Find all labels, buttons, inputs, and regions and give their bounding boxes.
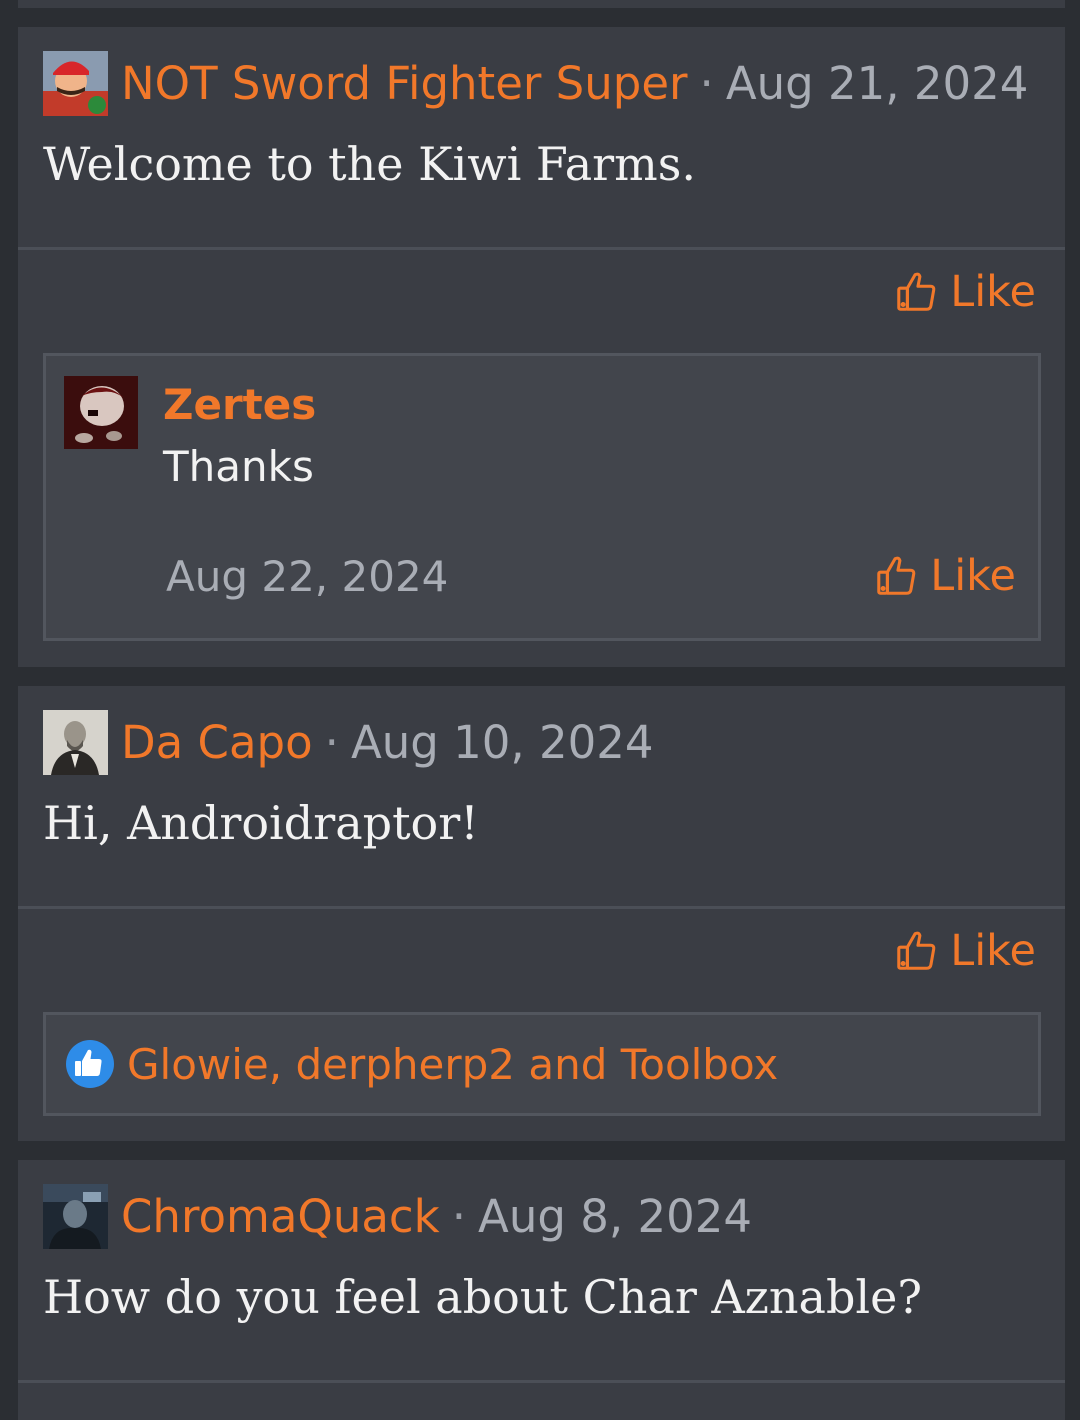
user-avatar[interactable] xyxy=(43,709,108,775)
like-button[interactable]: Like xyxy=(894,926,1036,976)
divider xyxy=(18,1380,1065,1383)
username-link[interactable]: NOT Sword Fighter Super xyxy=(121,57,688,110)
username-link[interactable]: Da Capo xyxy=(121,716,313,769)
post-date[interactable]: Aug 10, 2024 xyxy=(351,716,654,769)
thumbs-up-icon xyxy=(877,556,916,595)
thumbs-up-icon xyxy=(897,931,936,970)
reactions-users[interactable]: Glowie, derpherp2 and Toolbox xyxy=(127,1040,778,1089)
reactions-bar[interactable]: Glowie, derpherp2 and Toolbox xyxy=(43,1012,1041,1116)
comment-like-button[interactable]: Like xyxy=(874,551,1016,601)
post-body: How do you feel about Char Aznable? xyxy=(43,1270,923,1324)
comment-username[interactable]: Zertes xyxy=(163,380,316,429)
post-header: NOT Sword Fighter Super · Aug 21, 2024 xyxy=(43,50,1028,116)
profile-post-card: ChromaQuack · Aug 8, 2024 How do you fee… xyxy=(18,1160,1065,1420)
comment-box: Zertes Thanks Aug 22, 2024 Like xyxy=(43,353,1041,641)
post-header: ChromaQuack · Aug 8, 2024 xyxy=(43,1183,752,1249)
like-reaction-icon xyxy=(66,1040,114,1088)
user-avatar[interactable] xyxy=(43,1183,108,1249)
post-body: Welcome to the Kiwi Farms. xyxy=(43,137,696,191)
thumbs-up-icon xyxy=(897,272,936,311)
like-label: Like xyxy=(930,551,1016,601)
divider xyxy=(18,906,1065,909)
previous-post-card xyxy=(18,0,1065,8)
post-body: Hi, Androidraptor! xyxy=(43,796,479,850)
like-label: Like xyxy=(950,267,1036,317)
user-avatar[interactable] xyxy=(43,50,108,116)
like-button[interactable]: Like xyxy=(894,267,1036,317)
separator: · xyxy=(699,56,714,110)
username-link[interactable]: ChromaQuack xyxy=(121,1190,440,1243)
post-date[interactable]: Aug 8, 2024 xyxy=(478,1190,752,1243)
post-date[interactable]: Aug 21, 2024 xyxy=(726,57,1029,110)
comment-text: Thanks xyxy=(163,442,314,491)
post-header: Da Capo · Aug 10, 2024 xyxy=(43,709,654,775)
divider xyxy=(18,247,1065,250)
profile-post-card: NOT Sword Fighter Super · Aug 21, 2024 W… xyxy=(18,27,1065,667)
separator: · xyxy=(324,715,339,769)
separator: · xyxy=(451,1189,467,1243)
like-label: Like xyxy=(950,926,1036,976)
comment-date[interactable]: Aug 22, 2024 xyxy=(166,552,448,601)
user-avatar[interactable] xyxy=(64,376,138,449)
profile-post-card: Da Capo · Aug 10, 2024 Hi, Androidraptor… xyxy=(18,686,1065,1141)
